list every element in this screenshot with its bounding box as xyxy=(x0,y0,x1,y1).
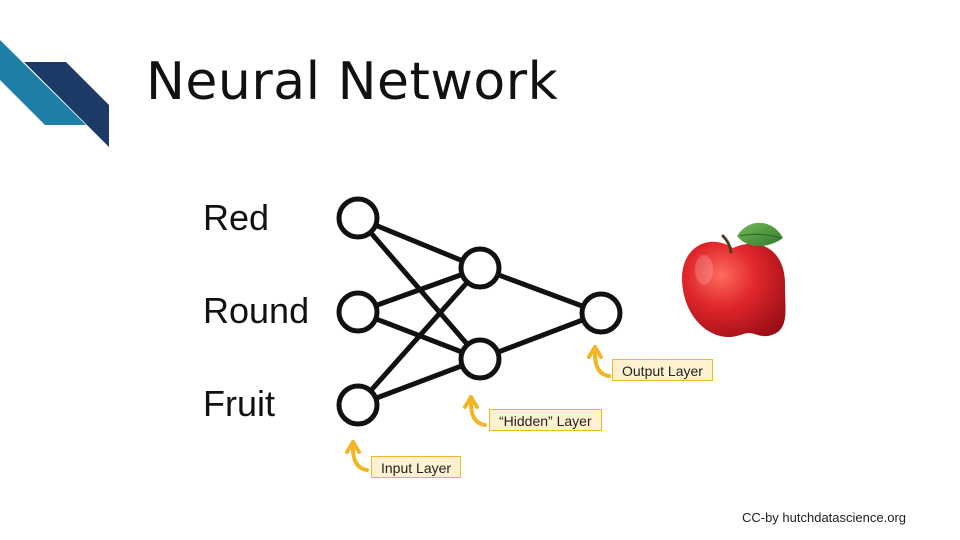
hidden-layer-callout: “Hidden” Layer xyxy=(489,409,602,431)
input-label-fruit: Fruit xyxy=(203,383,275,424)
input-node-fruit xyxy=(336,383,380,427)
corner-logo xyxy=(0,40,109,147)
output-node xyxy=(579,291,623,335)
curved-arrow-icon xyxy=(463,395,487,427)
apple-image xyxy=(681,222,786,338)
network-nodes xyxy=(336,196,623,427)
hidden-node-2 xyxy=(458,337,502,381)
slide: Neural Network Red Round Fruit Output La… xyxy=(0,0,960,540)
slide-title: Neural Network xyxy=(146,52,559,112)
output-layer-callout: Output Layer xyxy=(612,359,713,381)
credit-text: CC-by hutchdatascience.org xyxy=(741,510,906,525)
input-layer-callout: Input Layer xyxy=(371,456,462,478)
hidden-node-1 xyxy=(458,246,502,290)
input-node-red xyxy=(336,196,380,240)
curved-arrow-icon xyxy=(587,345,611,378)
input-label-red: Red xyxy=(203,197,270,238)
curved-arrow-icon xyxy=(345,440,369,472)
input-node-round xyxy=(336,290,380,334)
input-label-round: Round xyxy=(203,290,310,331)
